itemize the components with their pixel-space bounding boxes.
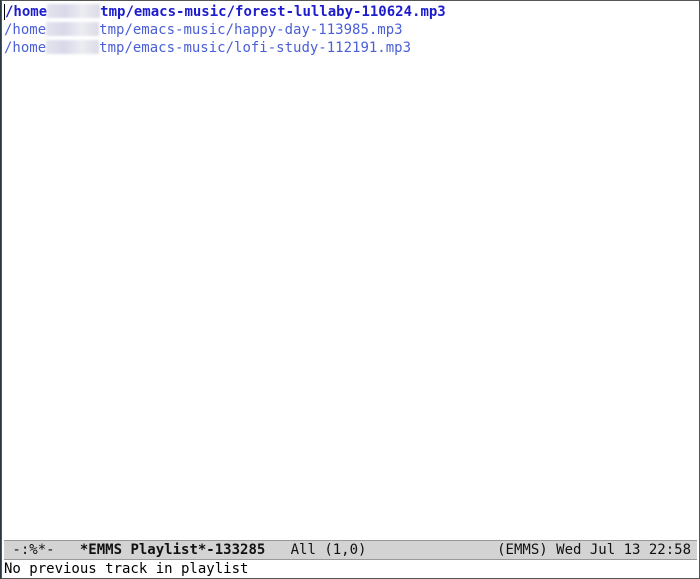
emms-playlist-buffer[interactable]: /home tmp/emacs-music/forest-lullaby-1106…: [4, 3, 699, 57]
modeline-buffer-name: *EMMS Playlist*-133285: [79, 542, 266, 558]
mode-line: -:%*- *EMMS Playlist*-133285 All (1,0) (E…: [4, 540, 697, 560]
playlist-track[interactable]: /home tmp/emacs-music/lofi-study-112191.m…: [4, 39, 699, 57]
redacted-username: [46, 22, 100, 36]
playlist-track[interactable]: /home tmp/emacs-music/happy-day-113985.mp…: [4, 21, 699, 39]
emacs-frame: /home tmp/emacs-music/forest-lullaby-1106…: [1, 0, 700, 579]
track-path-prefix: /home: [4, 40, 47, 56]
track-path-suffix: tmp/emacs-music/forest-lullaby-110624.mp…: [100, 4, 446, 20]
modeline-position: All (1,0): [290, 542, 367, 558]
playlist-track-current[interactable]: /home tmp/emacs-music/forest-lullaby-1106…: [4, 3, 699, 21]
modeline-major-mode: (EMMS): [497, 542, 548, 558]
track-path-suffix: tmp/emacs-music/happy-day-113985.mp3: [99, 22, 403, 38]
redacted-username: [46, 40, 100, 54]
track-path-prefix: /home: [5, 4, 48, 20]
redacted-username: [47, 4, 101, 18]
modeline-datetime: Wed Jul 13 22:58: [556, 542, 691, 558]
track-path-suffix: tmp/emacs-music/lofi-study-112191.mp3: [99, 40, 412, 56]
modeline-status: -:%*-: [4, 542, 72, 558]
track-path-prefix: /home: [4, 22, 47, 38]
echo-area-message: No previous track in playlist: [4, 561, 249, 577]
